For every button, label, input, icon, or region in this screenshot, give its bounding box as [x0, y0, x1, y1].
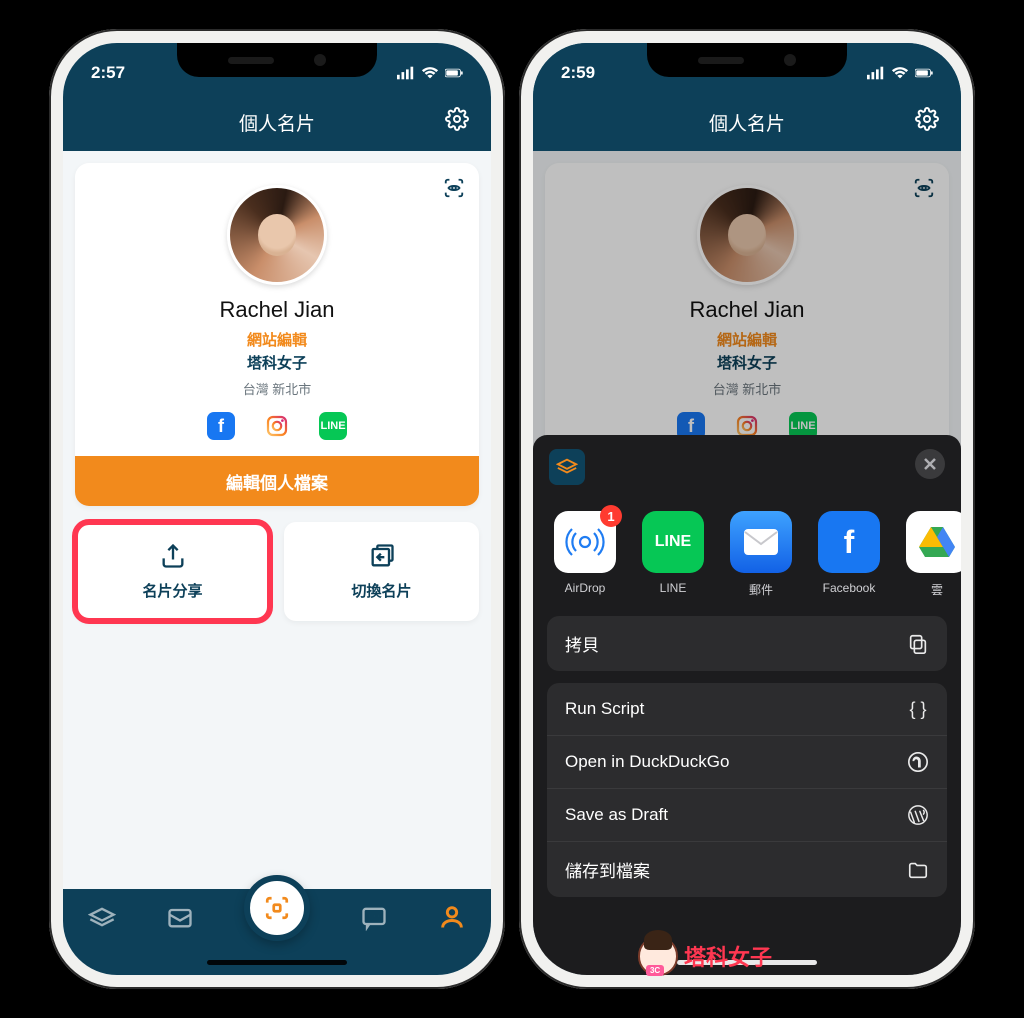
action-group-main: Run Script { } Open in DuckDuckGo Save a…	[547, 683, 947, 897]
share-target-label: LINE	[660, 581, 687, 595]
sheet-app-icon	[549, 449, 585, 485]
page-body: Rachel Jian 網站編輯 塔科女子 台灣 新北市 f LINE 編輯個人…	[63, 151, 491, 975]
page-body: Rachel Jian 網站編輯 塔科女子 台灣 新北市 f LINE	[533, 151, 961, 975]
share-target-label: Facebook	[823, 581, 876, 595]
profile-location: 台灣 新北市	[89, 379, 465, 398]
mail-icon	[743, 528, 779, 556]
drive-icon	[918, 525, 956, 559]
screen-left: 2:57 個人名片	[63, 43, 491, 975]
app-header: 個人名片	[63, 93, 491, 151]
switch-card-button[interactable]: 切換名片	[284, 522, 479, 621]
edit-profile-label: 編輯個人檔案	[226, 469, 328, 494]
status-indicators	[397, 66, 463, 80]
action-row: 名片分享 切換名片	[75, 522, 479, 621]
tab-chat[interactable]	[360, 903, 388, 936]
avatar[interactable]	[227, 185, 327, 285]
close-icon	[923, 457, 937, 471]
wifi-icon	[891, 66, 909, 80]
battery-icon	[915, 66, 933, 80]
action-save-to-files[interactable]: 儲存到檔案	[547, 842, 947, 897]
close-sheet-button[interactable]	[915, 449, 945, 479]
action-open-duckduckgo[interactable]: Open in DuckDuckGo	[547, 736, 947, 789]
instagram-icon[interactable]	[263, 412, 291, 440]
watermark-text: 塔科女子	[684, 940, 772, 972]
battery-icon	[445, 66, 463, 80]
copy-icon	[907, 633, 929, 655]
action-group-copy: 拷貝	[547, 616, 947, 671]
status-time: 2:57	[91, 63, 125, 83]
profile-card: Rachel Jian 網站編輯 塔科女子 台灣 新北市 f LINE 編輯個人…	[75, 163, 479, 506]
header-title: 個人名片	[709, 109, 785, 136]
action-label: 拷貝	[565, 631, 599, 656]
action-label: Run Script	[565, 699, 644, 719]
status-indicators	[867, 66, 933, 80]
tab-wallet[interactable]	[88, 903, 116, 936]
share-target-label: 郵件	[749, 581, 773, 598]
signal-icon	[397, 66, 415, 80]
share-target-label: 雲	[931, 581, 943, 598]
braces-icon: { }	[907, 698, 929, 720]
share-sheet-header	[533, 435, 961, 499]
action-copy[interactable]: 拷貝	[547, 616, 947, 671]
facebook-icon[interactable]: f	[207, 412, 235, 440]
header-title: 個人名片	[239, 109, 315, 136]
gear-icon	[445, 107, 469, 131]
wifi-icon	[421, 66, 439, 80]
share-targets-row[interactable]: 1 AirDrop LINE LINE 郵件	[533, 499, 961, 616]
tab-inbox[interactable]	[166, 903, 194, 936]
wordpress-icon	[907, 804, 929, 826]
airdrop-icon	[565, 522, 605, 562]
swap-icon	[368, 542, 396, 570]
action-save-draft[interactable]: Save as Draft	[547, 789, 947, 842]
home-indicator[interactable]	[207, 960, 347, 965]
social-row: f LINE	[89, 412, 465, 440]
action-label: 儲存到檔案	[565, 857, 650, 882]
edit-profile-button[interactable]: 編輯個人檔案	[75, 456, 479, 506]
profile-name: Rachel Jian	[89, 297, 465, 323]
watermark: 3C 塔科女子	[638, 936, 772, 976]
folder-icon	[907, 859, 929, 881]
line-icon[interactable]: LINE	[319, 412, 347, 440]
share-icon	[159, 542, 187, 570]
share-actions: 拷貝 Run Script { } Open in DuckDuckGo	[533, 616, 961, 897]
preview-button[interactable]	[443, 177, 465, 204]
share-target-mail[interactable]: 郵件	[727, 511, 795, 598]
gear-icon	[915, 107, 939, 131]
action-label: Save as Draft	[565, 805, 668, 825]
profile-role: 網站編輯	[89, 329, 465, 350]
share-target-line[interactable]: LINE LINE	[639, 511, 707, 598]
eye-scan-icon	[443, 177, 465, 199]
share-card-button[interactable]: 名片分享	[75, 522, 270, 621]
action-run-script[interactable]: Run Script { }	[547, 683, 947, 736]
app-header: 個人名片	[533, 93, 961, 151]
switch-card-label: 切換名片	[351, 580, 411, 601]
watermark-avatar: 3C	[638, 936, 678, 976]
phone-left: 2:57 個人名片	[49, 29, 505, 989]
action-label: Open in DuckDuckGo	[565, 752, 729, 772]
profile-company: 塔科女子	[89, 352, 465, 373]
settings-button[interactable]	[445, 107, 469, 137]
share-target-drive[interactable]: 雲	[903, 511, 961, 598]
share-card-label: 名片分享	[142, 580, 202, 601]
share-target-facebook[interactable]: f Facebook	[815, 511, 883, 598]
notch	[647, 43, 847, 77]
tab-scan[interactable]	[244, 875, 310, 941]
share-target-airdrop[interactable]: 1 AirDrop	[551, 511, 619, 598]
settings-button[interactable]	[915, 107, 939, 137]
status-time: 2:59	[561, 63, 595, 83]
airdrop-badge: 1	[600, 505, 622, 527]
tab-profile[interactable]	[438, 903, 466, 936]
share-sheet: 1 AirDrop LINE LINE 郵件	[533, 435, 961, 975]
share-target-label: AirDrop	[565, 581, 606, 595]
phone-right: 2:59 個人名片 Rachel	[519, 29, 975, 989]
duckduckgo-icon	[907, 751, 929, 773]
notch	[177, 43, 377, 77]
screen-right: 2:59 個人名片 Rachel	[533, 43, 961, 975]
signal-icon	[867, 66, 885, 80]
